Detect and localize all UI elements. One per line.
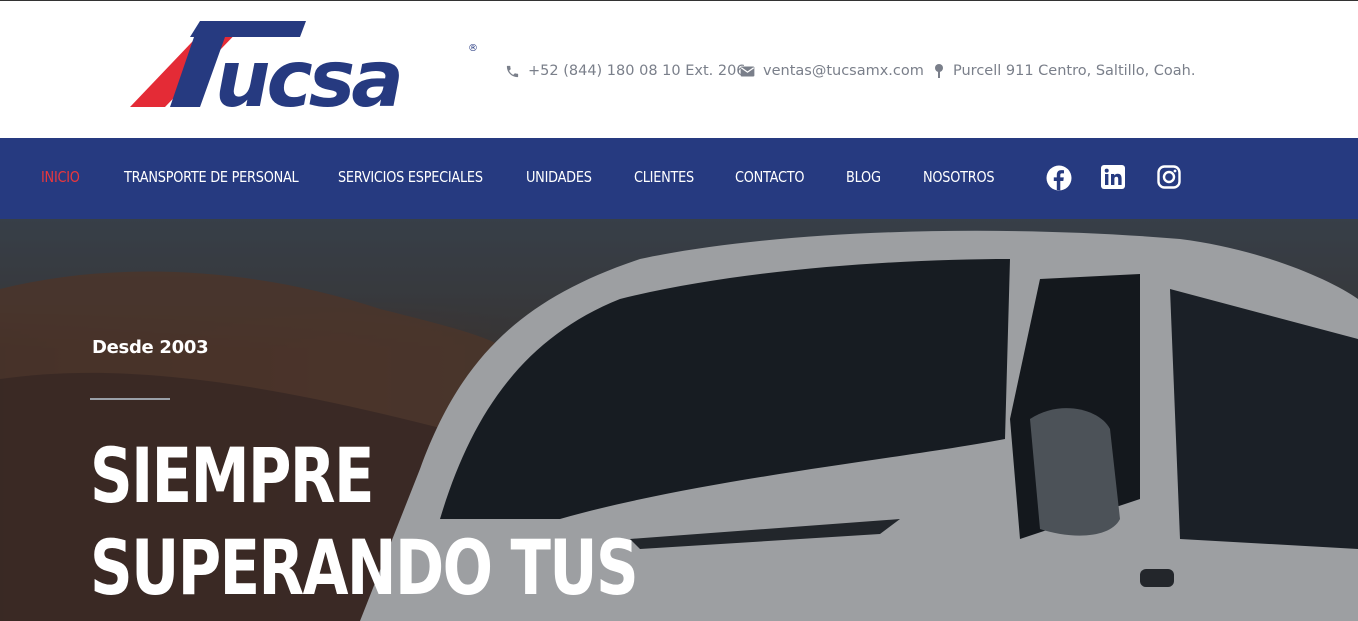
hero-divider: [90, 398, 170, 400]
hero-headline: SIEMPRE SUPERANDO TUS: [90, 430, 639, 614]
linkedin-icon[interactable]: [1101, 165, 1127, 191]
address-text: Purcell 911 Centro, Saltillo, Coah.: [953, 63, 1196, 79]
nav-clientes[interactable]: CLIENTES: [634, 168, 694, 186]
nav-unidades[interactable]: UNIDADES: [526, 168, 592, 186]
facebook-icon[interactable]: [1046, 165, 1072, 191]
nav-blog[interactable]: BLOG: [846, 168, 881, 186]
nav-nosotros[interactable]: NOSOTROS: [923, 168, 995, 186]
email-contact[interactable]: ventas@tucsamx.com: [740, 61, 924, 81]
mail-icon: [740, 65, 755, 78]
tucsa-logo[interactable]: ucsa ®: [130, 17, 480, 125]
hero-headline-line1: SIEMPRE: [90, 431, 374, 520]
registered-mark: ®: [468, 43, 478, 54]
nav-inicio[interactable]: INICIO: [41, 168, 80, 186]
nav-contacto[interactable]: CONTACTO: [735, 168, 805, 186]
phone-contact[interactable]: +52 (844) 180 08 10 Ext. 206: [505, 61, 746, 81]
email-text: ventas@tucsamx.com: [763, 63, 924, 79]
hero-eyebrow: Desde 2003: [92, 337, 209, 358]
hero-headline-line2: SUPERANDO TUS: [90, 523, 639, 612]
phone-text: +52 (844) 180 08 10 Ext. 206: [528, 63, 746, 79]
site-header: ucsa ® +52 (844) 180 08 10 Ext. 206 vent…: [0, 1, 1358, 138]
phone-icon: [505, 64, 520, 79]
nav-servicios-especiales[interactable]: SERVICIOS ESPECIALES: [338, 168, 483, 186]
address-contact[interactable]: Purcell 911 Centro, Saltillo, Coah.: [933, 61, 1195, 81]
instagram-icon[interactable]: [1157, 165, 1183, 191]
nav-transporte-de-personal[interactable]: TRANSPORTE DE PERSONAL: [124, 168, 299, 186]
logo-wordmark: ucsa: [215, 35, 400, 112]
location-pin-icon: [933, 63, 945, 79]
